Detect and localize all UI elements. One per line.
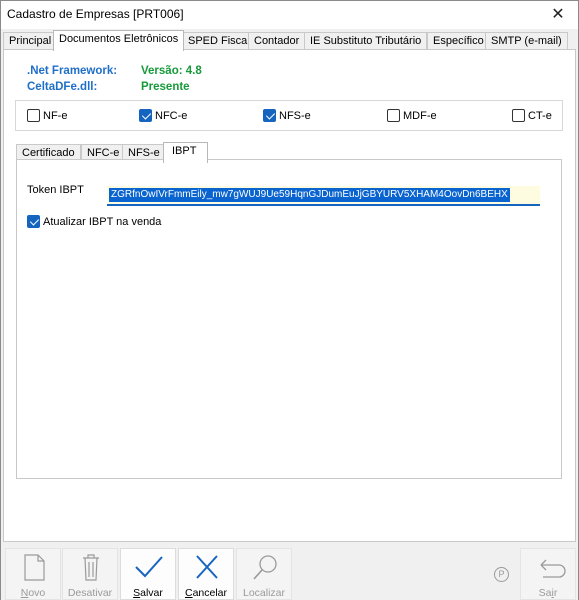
salvar-button[interactable]: Salvar [120,548,176,600]
ibpt-panel [16,159,562,479]
desativar-label: Desativar [67,587,113,599]
token-ibpt-label: Token IBPT [27,184,84,196]
novo-label-text: ovo [28,587,46,599]
checkbox-nfce[interactable]: NFC-e [139,109,187,122]
checkbox-nfce-box[interactable] [139,109,152,122]
checkbox-mdfe-label: MDF-e [403,109,437,122]
tab-sped-fiscal[interactable]: SPED Fiscal [182,32,256,50]
checkbox-mdfe-box[interactable] [387,109,400,122]
tab-documentos-eletronicos[interactable]: Documentos Eletrônicos [53,30,185,51]
checkbox-cte-label: CT-e [528,109,552,122]
salvar-label: Salvar [133,587,163,599]
checkbox-nfe-box[interactable] [27,109,40,122]
checkbox-nfse[interactable]: NFS-e [263,109,311,122]
localizar-button[interactable]: Localizar [236,548,292,600]
check-icon [135,556,163,578]
exit-arrow-icon [540,559,566,578]
bottom-toolbar: Novo Desativar Salvar Cancelar Localizar… [1,545,578,600]
localizar-label: Localizar [242,587,286,599]
checkbox-nfe-label: NF-e [43,109,68,122]
checkbox-cte-box[interactable] [512,109,525,122]
checkbox-cte[interactable]: CT-e [512,109,552,122]
new-document-icon [24,554,45,581]
cadastro-empresas-window: Cadastro de Empresas [PRT006] ✕ Principa… [0,0,579,600]
desativar-button[interactable]: Desativar [62,548,118,600]
tab-ibpt[interactable]: IBPT [163,142,208,163]
close-button[interactable]: ✕ [538,1,578,29]
tab-principal[interactable]: Principal [3,32,58,50]
novo-label: Novo [20,587,46,599]
window-title: Cadastro de Empresas [PRT006] [7,7,184,21]
main-tab-strip: Principal Documentos Eletrônicos SPED Fi… [3,30,576,51]
cancelar-label: Cancelar [184,587,228,599]
token-ibpt-input[interactable]: ZGRfnOwIVrFmmEily_mw7gWUJ9Ue59HqnGJDumEu… [107,186,540,206]
cancelar-button[interactable]: Cancelar [178,548,234,600]
tab-especifico[interactable]: Específico [427,32,490,50]
sair-button[interactable]: Sair [520,548,576,600]
title-bar: Cadastro de Empresas [PRT006] ✕ [1,1,578,29]
tab-contador[interactable]: Contador [248,32,306,50]
trash-icon [83,554,99,581]
sair-label: Sair [538,587,558,599]
tab-ie-substituto-tributario[interactable]: IE Substituto Tributário [304,32,428,50]
cancel-x-icon [196,555,218,579]
p-circle-icon: P [494,567,509,582]
token-ibpt-value[interactable]: ZGRfnOwIVrFmmEily_mw7gWUJ9Ue59HqnGJDumEu… [109,188,510,202]
checkbox-atualizar-ibpt[interactable]: Atualizar IBPT na venda [27,215,161,228]
checkbox-nfe[interactable]: NF-e [27,109,67,122]
checkbox-atualizar-ibpt-label: Atualizar IBPT na venda [43,215,162,228]
net-framework-value: Versão: 4.8 [141,65,202,77]
celtadfe-dll-value: Presente [141,81,190,93]
tab-smtp[interactable]: SMTP (e-mail) [485,32,568,50]
celtadfe-dll-label: CeltaDFe.dll: [27,81,98,93]
checkbox-atualizar-ibpt-box[interactable] [27,215,40,228]
checkbox-nfse-box[interactable] [263,109,276,122]
net-framework-label: .Net Framework: [27,65,118,77]
checkbox-nfce-label: NFC-e [155,109,188,122]
checkbox-mdfe[interactable]: MDF-e [387,109,437,122]
search-icon [253,555,277,580]
novo-button[interactable]: Novo [5,548,61,600]
checkbox-nfse-label: NFS-e [279,109,311,122]
